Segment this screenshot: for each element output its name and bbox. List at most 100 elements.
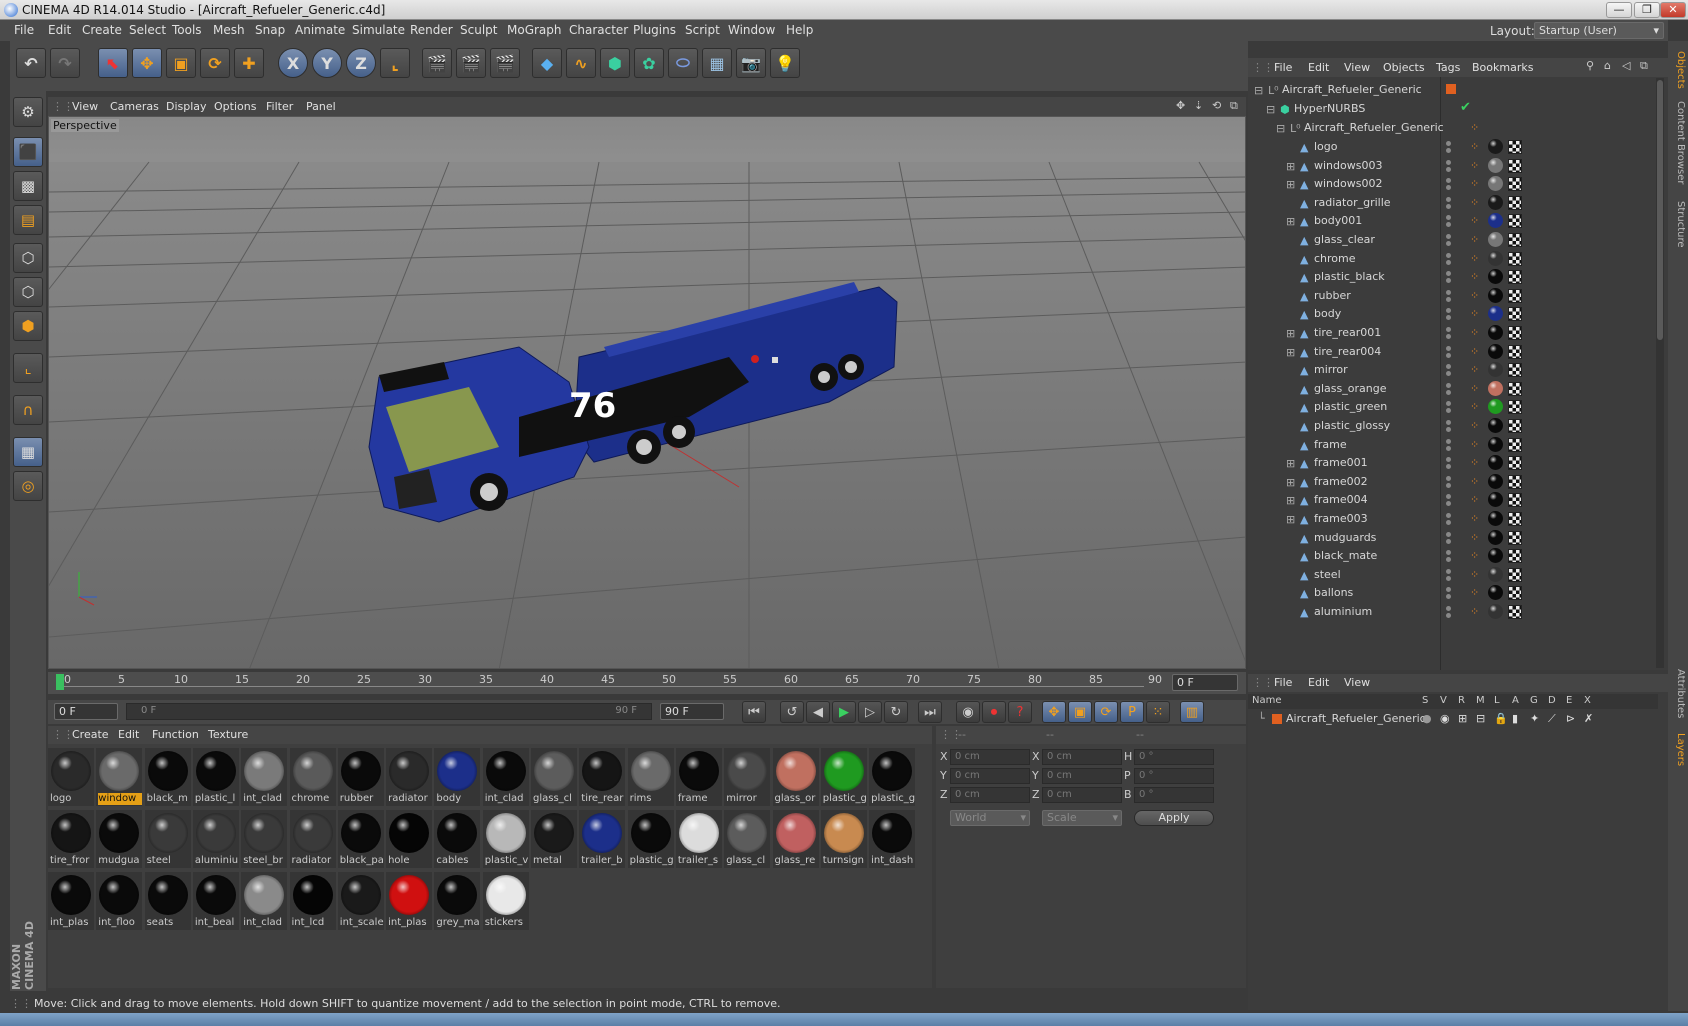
render-visibility-dot[interactable] (1446, 389, 1451, 395)
texture-tag-icon[interactable] (1508, 214, 1522, 229)
phong-tag-icon[interactable]: ⁘ (1470, 252, 1482, 265)
render-visibility-dot[interactable] (1446, 166, 1451, 172)
timeline-window-icon[interactable]: ▥ (1180, 701, 1204, 723)
expand-icon[interactable]: ⊞ (1286, 457, 1296, 470)
material-swatch[interactable]: steel_br (241, 810, 288, 868)
render-visibility-dot[interactable] (1446, 482, 1451, 488)
object-row[interactable]: ▲ ballons ⁘ (1248, 583, 1648, 603)
texture-tag-icon[interactable] (1508, 586, 1522, 601)
texture-tag-icon[interactable] (1508, 177, 1522, 192)
render-visibility-dot[interactable] (1446, 334, 1451, 339)
editor-visibility-dot[interactable] (1446, 587, 1451, 593)
object-row[interactable]: ⊞ ▲ tire_rear004 ⁘ (1248, 342, 1648, 362)
viewport-menu-panel[interactable]: Panel (306, 100, 336, 113)
expand-icon[interactable]: ⊞ (1286, 476, 1296, 489)
object-row-hypernurbs[interactable]: ⊟ ⬢ HyperNURBS ✔ (1248, 99, 1648, 119)
search-icon[interactable]: ⚲ (1586, 59, 1594, 72)
render-visibility-dot[interactable] (1446, 464, 1451, 470)
editor-visibility-dot[interactable] (1446, 289, 1451, 295)
phong-tag-icon[interactable]: ⁘ (1470, 271, 1482, 283)
layer-menu-file[interactable]: File (1274, 676, 1292, 689)
editor-visibility-dot[interactable] (1446, 234, 1451, 239)
phong-tag-icon[interactable]: ⁘ (1470, 289, 1482, 302)
collapse-icon[interactable]: ⊟ (1276, 122, 1286, 135)
material-swatch[interactable]: int_plas (386, 872, 433, 930)
record-rotation-icon[interactable]: ⟳ (1094, 701, 1118, 723)
render-visibility-dot[interactable] (1446, 352, 1451, 358)
object-row[interactable]: ▲ logo ⁘ (1248, 137, 1648, 157)
menu-tools[interactable]: Tools (172, 23, 202, 37)
expand-icon[interactable]: ⊞ (1286, 494, 1296, 507)
current-frame-field[interactable]: 0 F (1172, 674, 1238, 691)
material-swatch[interactable]: hole (386, 810, 433, 868)
render-visibility-dot[interactable] (1446, 538, 1451, 544)
render-visibility-dot[interactable] (1446, 445, 1451, 451)
material-tag-icon[interactable] (1488, 250, 1503, 266)
texture-tag-icon[interactable] (1508, 288, 1522, 303)
perspective-viewport[interactable]: 76 Perspective (48, 116, 1246, 669)
polygons-mode-icon[interactable]: ⬢ (13, 311, 43, 341)
material-swatch[interactable]: plastic_l (192, 748, 239, 806)
deformer-icon[interactable]: ⬭ (668, 48, 698, 78)
editor-visibility-dot[interactable] (1446, 438, 1451, 444)
object-row[interactable]: ⊞ ▲ frame003 ⁘ (1248, 509, 1648, 529)
object-row[interactable]: ⊞ ▲ frame004 ⁘ (1248, 490, 1648, 510)
texture-tag-icon[interactable] (1508, 400, 1522, 415)
object-row[interactable]: ▲ mirror ⁘ (1248, 360, 1648, 380)
collapse-icon[interactable]: ⊟ (1266, 103, 1276, 116)
material-swatch[interactable]: int_clad (241, 748, 288, 806)
editor-visibility-dot[interactable] (1446, 568, 1451, 574)
material-swatch[interactable]: rims (627, 748, 674, 806)
manager-icon[interactable]: ⊟ (1476, 712, 1485, 725)
phong-tag-icon[interactable]: ⁘ (1470, 457, 1482, 469)
material-tag-icon[interactable] (1488, 194, 1503, 210)
layer-column-l[interactable]: L (1494, 695, 1500, 706)
texture-tag-icon[interactable] (1508, 307, 1522, 322)
size-x-field[interactable]: 0 cm (1042, 749, 1122, 765)
expand-icon[interactable]: ⊞ (1286, 513, 1296, 526)
texture-mode-icon[interactable]: ▩ (13, 171, 43, 201)
material-tag-icon[interactable] (1488, 325, 1503, 340)
rot-p-field[interactable]: 0 ° (1134, 768, 1214, 784)
object-row[interactable]: ▲ chrome ⁘ (1248, 249, 1648, 269)
go-to-end-icon[interactable]: ⏭ (918, 701, 942, 723)
material-tag-icon[interactable] (1488, 492, 1503, 508)
scale-tool-icon[interactable]: ▣ (166, 48, 196, 78)
floor-scene-icon[interactable]: ▦ (702, 48, 732, 78)
phong-tag-icon[interactable]: ⁘ (1470, 531, 1482, 544)
editor-visibility-dot[interactable] (1446, 401, 1451, 407)
previous-frame-icon[interactable]: ◀ (806, 701, 830, 723)
texture-tag-icon[interactable] (1508, 567, 1522, 582)
object-row[interactable]: ⊞ ▲ frame001 ⁘ (1248, 453, 1648, 473)
layer-column-d[interactable]: D (1548, 695, 1556, 706)
viewport-menu-cameras[interactable]: Cameras (110, 100, 159, 113)
menu-window[interactable]: Window (728, 23, 775, 37)
material-swatch[interactable]: int_plas (48, 872, 94, 930)
expand-icon[interactable]: ⊞ (1286, 160, 1296, 173)
texture-tag-icon[interactable] (1508, 493, 1522, 508)
motion-record-icon[interactable]: ◉ (956, 701, 980, 723)
texture-tag-icon[interactable] (1508, 605, 1522, 619)
texture-tag-icon[interactable] (1508, 530, 1522, 545)
texture-tag-icon[interactable] (1508, 158, 1522, 173)
material-tag-icon[interactable] (1488, 418, 1503, 433)
texture-tag-icon[interactable] (1508, 456, 1522, 471)
object-row[interactable]: ⊞ ▲ body001 ⁘ (1248, 211, 1648, 231)
material-tag-icon[interactable] (1488, 287, 1503, 303)
solo-icon[interactable]: ● (1422, 712, 1432, 725)
menu-file[interactable]: File (14, 23, 34, 37)
layer-column-x[interactable]: X (1584, 695, 1591, 706)
material-swatch[interactable]: radiator (386, 748, 433, 806)
material-swatch[interactable]: mudgua (96, 810, 143, 868)
phong-tag-icon[interactable]: ⁘ (1470, 327, 1482, 339)
subdivision-surface-icon[interactable]: ⬢ (600, 48, 630, 78)
menu-mesh[interactable]: Mesh (213, 23, 245, 37)
deformers-icon[interactable]: ⟋ (1548, 712, 1556, 726)
layer-row[interactable]: └ Aircraft_Refueler_Generic ● ◉ ⊞ ⊟ 🔒 ▮ … (1248, 710, 1658, 728)
rot-b-field[interactable]: 0 ° (1134, 787, 1214, 803)
editor-visibility-dot[interactable] (1446, 252, 1451, 258)
editor-visibility-dot[interactable] (1446, 531, 1451, 537)
viewport-menu-options[interactable]: Options (214, 100, 256, 113)
menu-simulate[interactable]: Simulate (352, 23, 405, 37)
texture-tag-icon[interactable] (1508, 474, 1522, 489)
